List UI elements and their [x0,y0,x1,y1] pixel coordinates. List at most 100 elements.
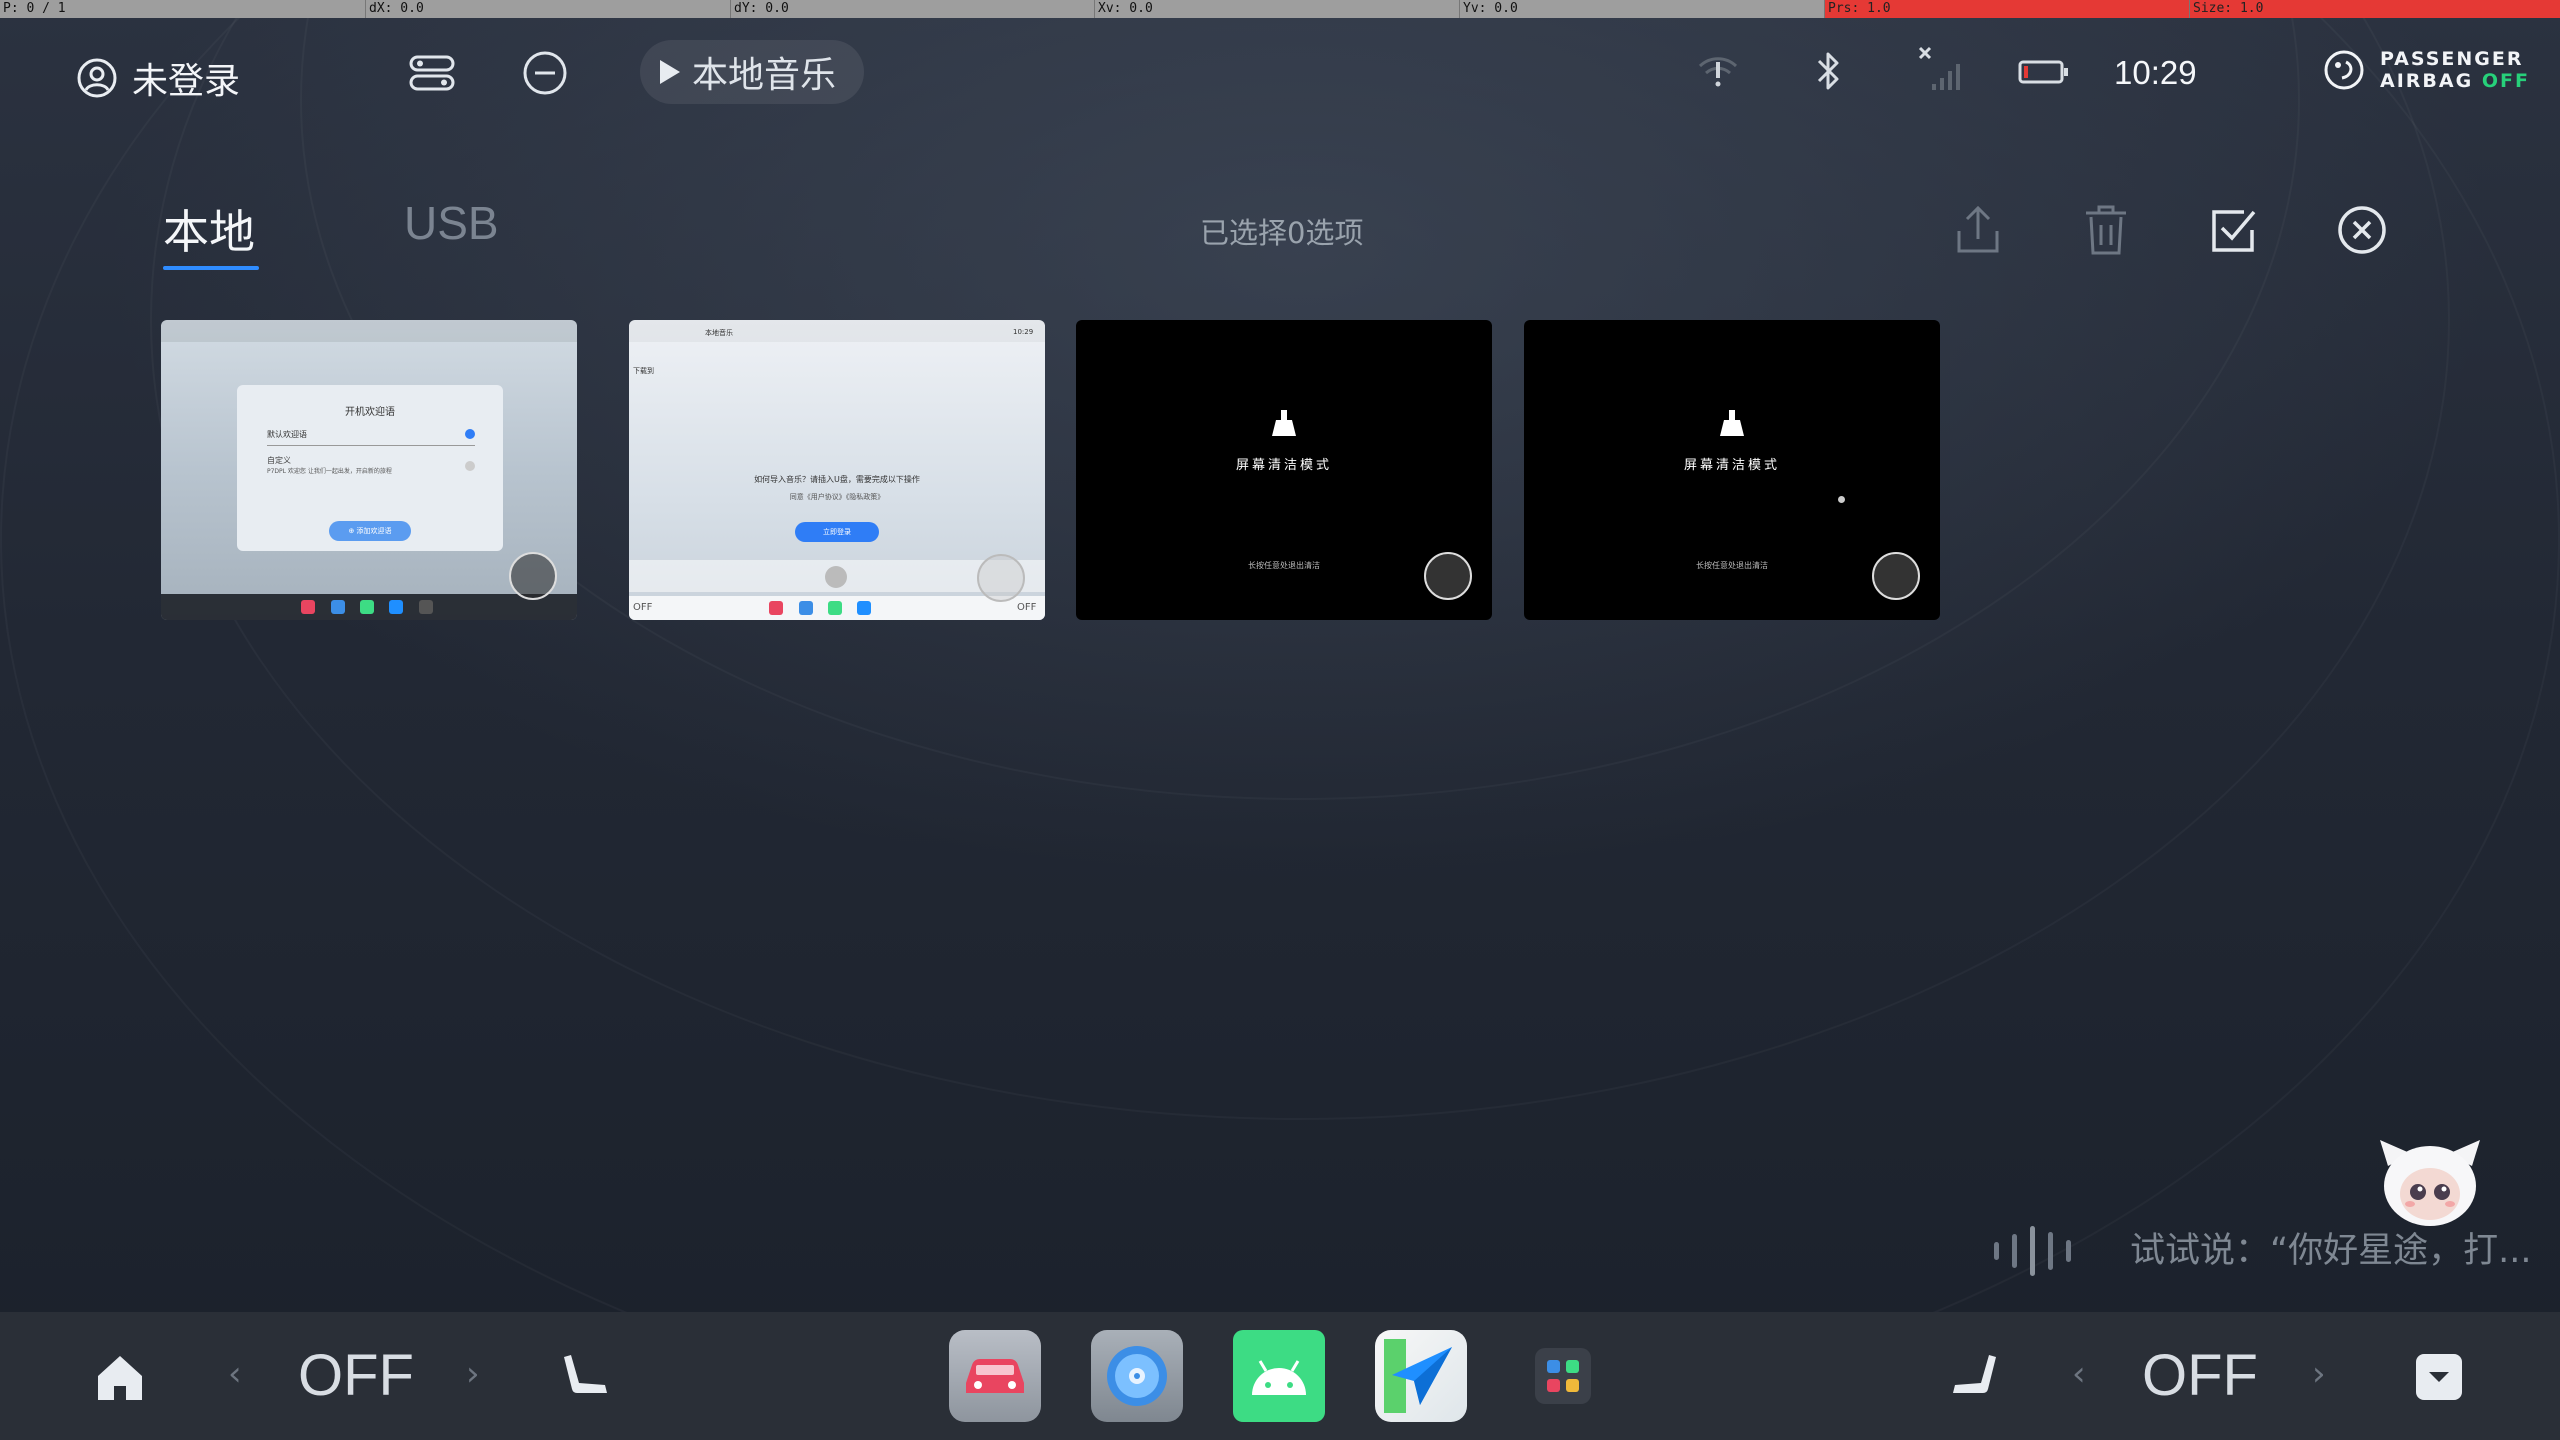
close-circle-icon [2338,206,2386,254]
thumbnail-select-checkbox[interactable] [509,552,557,600]
passenger-seat-button[interactable] [1942,1346,2004,1408]
mini-checkbox-text: 同意《用户协议》《隐私政策》 [789,493,885,501]
seat-icon [564,1355,607,1393]
bottom-dock: ‹ OFF › ‹ OFF › [0,1312,2560,1440]
now-playing-label: 本地音乐 [692,55,837,96]
status-bar: 未登录 本地音乐 10:29 PASSENGER AIRBAG OFF [0,18,2560,128]
car-app-icon[interactable] [949,1330,1041,1422]
mini-nav-app-icon [857,601,871,615]
home-icon [98,1356,142,1400]
debug-xv: Xv: 0.0 [1094,0,1459,18]
thumbnail-select-checkbox[interactable] [1872,552,1920,600]
mini-option-2-desc: P7DPL 欢迎您 让我们一起出发，开启新的旅程 [267,468,392,475]
debug-size: Size: 1.0 [2189,0,2560,18]
right-seat-state: OFF [2142,1343,2258,1408]
tab-usb[interactable]: USB [404,196,499,250]
mini-status-bar [629,320,1045,342]
debug-pointer: P: 0 / 1 [3,1,66,16]
debug-yv: Yv: 0.0 [1459,0,1824,18]
right-seat-decrease[interactable]: ‹ [2072,1354,2086,1394]
delete-button[interactable] [2076,200,2136,260]
mini-message: 如何导入音乐？请插入U盘，需要完成以下操作 [754,475,920,484]
user-login-label: 未登录 [132,61,241,102]
mini-login-button: 立即登录 [795,522,879,542]
left-seat-state: OFF [298,1343,414,1408]
voice-waveform-icon[interactable] [1990,1218,2090,1284]
screenshot-thumbnail[interactable]: 屏幕清洁模式 长按任意处退出清洁 [1076,320,1492,620]
minus-circle-icon [523,51,567,95]
user-login-button[interactable]: 未登录 [76,52,240,104]
mini-dialog-title: 开机欢迎语 [345,407,395,418]
disc-icon [1107,1346,1167,1406]
mini-option-1: 默认欢迎语 [267,430,307,439]
pointer-debug-bar: P: 0 / 1 dX: 0.0 dY: 0.0 Xv: 0.0 Yv: 0.0… [0,0,2560,18]
mini-radio [465,461,475,471]
screenshot-thumbnail[interactable]: 屏幕清洁模式 长按任意处退出清洁 [1524,320,1940,620]
cleaning-mode-title: 屏幕清洁模式 [1683,458,1780,473]
debug-pressure: Prs: 1.0 [1824,0,2189,18]
music-disc-app-icon[interactable] [1091,1330,1183,1422]
selection-count: 已选择0选项 [1200,216,1364,250]
play-icon [660,60,680,84]
tab-local[interactable]: 本地 [163,196,255,262]
right-seat-increase[interactable]: › [2312,1354,2326,1394]
no-signal-icon [1916,44,1964,96]
left-seat-decrease[interactable]: ‹ [228,1354,242,1394]
thumbnail-select-checkbox[interactable] [977,554,1025,602]
do-not-disturb-button[interactable] [518,46,572,100]
mini-dialog-button: ⊕ 添加欢迎语 [329,521,411,541]
mini-left-off: OFF [633,602,653,613]
mini-status-bar [161,320,577,342]
broom-icon [1272,410,1296,436]
app-grid-icon [1535,1348,1591,1404]
seat-icon [1953,1355,1996,1393]
active-tab-indicator [163,266,259,270]
left-seat-increase[interactable]: › [466,1354,480,1394]
debug-dy: dY: 0.0 [730,0,1094,18]
apps-grid-icon[interactable] [1517,1330,1609,1422]
mini-clock: 10:29 [1013,328,1034,336]
clock: 10:29 [2114,54,2197,91]
voice-assistant-avatar[interactable] [2374,1136,2486,1228]
navigation-app-icon[interactable] [1375,1330,1467,1422]
passenger-airbag-status: PASSENGER AIRBAG OFF [2322,48,2530,92]
toggles-icon [409,55,455,91]
mini-side-label: 下载到 [633,367,654,375]
mini-dock: OFF OFF [629,596,1045,620]
exit-selection-button[interactable] [2332,200,2392,260]
airbag-line2: AIRBAG [2380,70,2474,92]
home-button[interactable] [92,1350,148,1406]
mini-right-off: OFF [1017,602,1037,613]
mini-pause-icon [825,566,847,588]
battery-icon [2018,58,2070,86]
mini-radio-checked [465,429,475,439]
mini-car-app-icon [769,601,783,615]
driver-seat-button[interactable] [556,1346,618,1408]
airbag-icon [2324,50,2364,90]
mini-android-app-icon [828,601,842,615]
cleaning-mode-title: 屏幕清洁模式 [1235,458,1332,473]
mini-android-app-icon [360,600,374,614]
mini-apps-icon [419,600,433,614]
share-button[interactable] [1948,200,2008,260]
touch-dot [1838,496,1845,503]
user-avatar-icon [77,58,117,98]
mini-dock [161,594,577,620]
paper-plane-icon [1384,1339,1452,1413]
control-center-button[interactable] [404,48,460,98]
select-all-button[interactable] [2204,200,2264,260]
airbag-state: OFF [2481,70,2530,92]
screenshot-thumbnail[interactable]: 开机欢迎语 默认欢迎语 自定义 P7DPL 欢迎您 让我们一起出发，开启新的旅程… [161,320,577,620]
now-playing-pill[interactable]: 本地音乐 [640,40,865,104]
screenshot-thumbnail[interactable]: 本地音乐 10:29 下载到 如何导入音乐？请插入U盘，需要完成以下操作 同意《… [629,320,1045,620]
thumbnail-select-checkbox[interactable] [1424,552,1472,600]
broom-icon [1720,410,1744,436]
more-menu-button[interactable] [2412,1350,2466,1404]
mini-divider [267,445,475,446]
android-app-icon[interactable] [1233,1330,1325,1422]
bluetooth-icon [1810,48,1846,94]
checkbox-icon [2212,210,2256,252]
trash-icon [2086,205,2126,255]
mini-music-app-icon [799,601,813,615]
upload-icon [1957,205,1999,253]
